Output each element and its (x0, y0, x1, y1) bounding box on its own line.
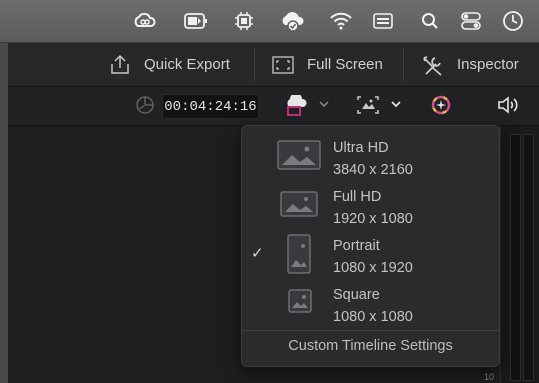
safe-area-icon[interactable] (356, 95, 380, 120)
quick-export-button[interactable]: Quick Export (108, 43, 230, 86)
menu-option-portrait[interactable]: ✓ Portrait 1080 x 1920 (242, 230, 499, 278)
gpu-icon[interactable] (231, 8, 257, 34)
battery-icon[interactable] (183, 8, 209, 34)
search-icon[interactable] (417, 8, 443, 34)
keyboard-input-icon[interactable] (370, 8, 396, 34)
menu-divider (242, 330, 499, 331)
cloud-sync-icon[interactable] (280, 8, 306, 34)
window-edge (0, 0, 8, 383)
option-dimensions: 1080 x 1080 (333, 309, 413, 325)
option-name: Ultra HD (333, 140, 389, 156)
landscape-preset-icon (277, 140, 321, 170)
audio-meter-right (523, 134, 534, 381)
inspector-tools-icon (421, 54, 445, 76)
option-dimensions: 3840 x 2160 (333, 162, 413, 178)
option-name: Portrait (333, 238, 380, 254)
full-screen-button[interactable]: Full Screen (271, 43, 383, 86)
control-center-icon[interactable] (458, 8, 484, 34)
option-name: Square (333, 287, 380, 303)
toolbar-divider (403, 48, 404, 81)
timeline-resolution-menu: Ultra HD 3840 x 2160 Full HD 1920 x 1080… (241, 125, 500, 367)
audio-meters (500, 126, 539, 383)
clock-icon[interactable] (500, 8, 526, 34)
toolbar-divider (254, 48, 255, 81)
custom-timeline-settings-item[interactable]: Custom Timeline Settings (242, 338, 499, 354)
portrait-preset-icon (287, 234, 311, 274)
landscape-preset-icon (280, 191, 318, 217)
resolution-chevron-down-icon[interactable] (318, 97, 330, 115)
option-dimensions: 1920 x 1080 (333, 211, 413, 227)
creative-cloud-icon[interactable] (132, 8, 158, 34)
audio-meter-left (510, 134, 521, 381)
export-icon (108, 54, 132, 75)
inspector-label: Inspector (457, 56, 519, 73)
resolve-toolbar: Quick Export Full Screen Inspector (8, 43, 539, 87)
audio-speaker-icon[interactable] (497, 96, 519, 119)
safe-area-chevron-down-icon[interactable] (390, 97, 402, 115)
timecode-sync-icon[interactable] (135, 95, 155, 120)
menu-option-ultra-hd[interactable]: Ultra HD 3840 x 2160 (242, 132, 499, 180)
full-screen-icon (271, 55, 295, 75)
timeline-resolution-icon[interactable] (285, 93, 311, 122)
option-dimensions: 1080 x 1920 (333, 260, 413, 276)
option-name: Full HD (333, 189, 382, 205)
color-wheel-icon[interactable] (429, 93, 453, 122)
menu-option-square[interactable]: Square 1080 x 1080 (242, 279, 499, 327)
inspector-button[interactable]: Inspector (421, 43, 519, 86)
menu-bar (0, 0, 539, 43)
full-screen-label: Full Screen (307, 56, 383, 73)
menu-option-full-hd[interactable]: Full HD 1920 x 1080 (242, 181, 499, 229)
square-preset-icon (288, 289, 312, 313)
meter-scale-label: 10 (484, 372, 495, 382)
selected-check-icon: ✓ (251, 245, 264, 262)
viewer-header (8, 87, 539, 126)
wifi-icon[interactable] (328, 8, 354, 34)
timecode-display[interactable]: 00:04:24:16 (162, 94, 259, 119)
quick-export-label: Quick Export (144, 56, 230, 73)
